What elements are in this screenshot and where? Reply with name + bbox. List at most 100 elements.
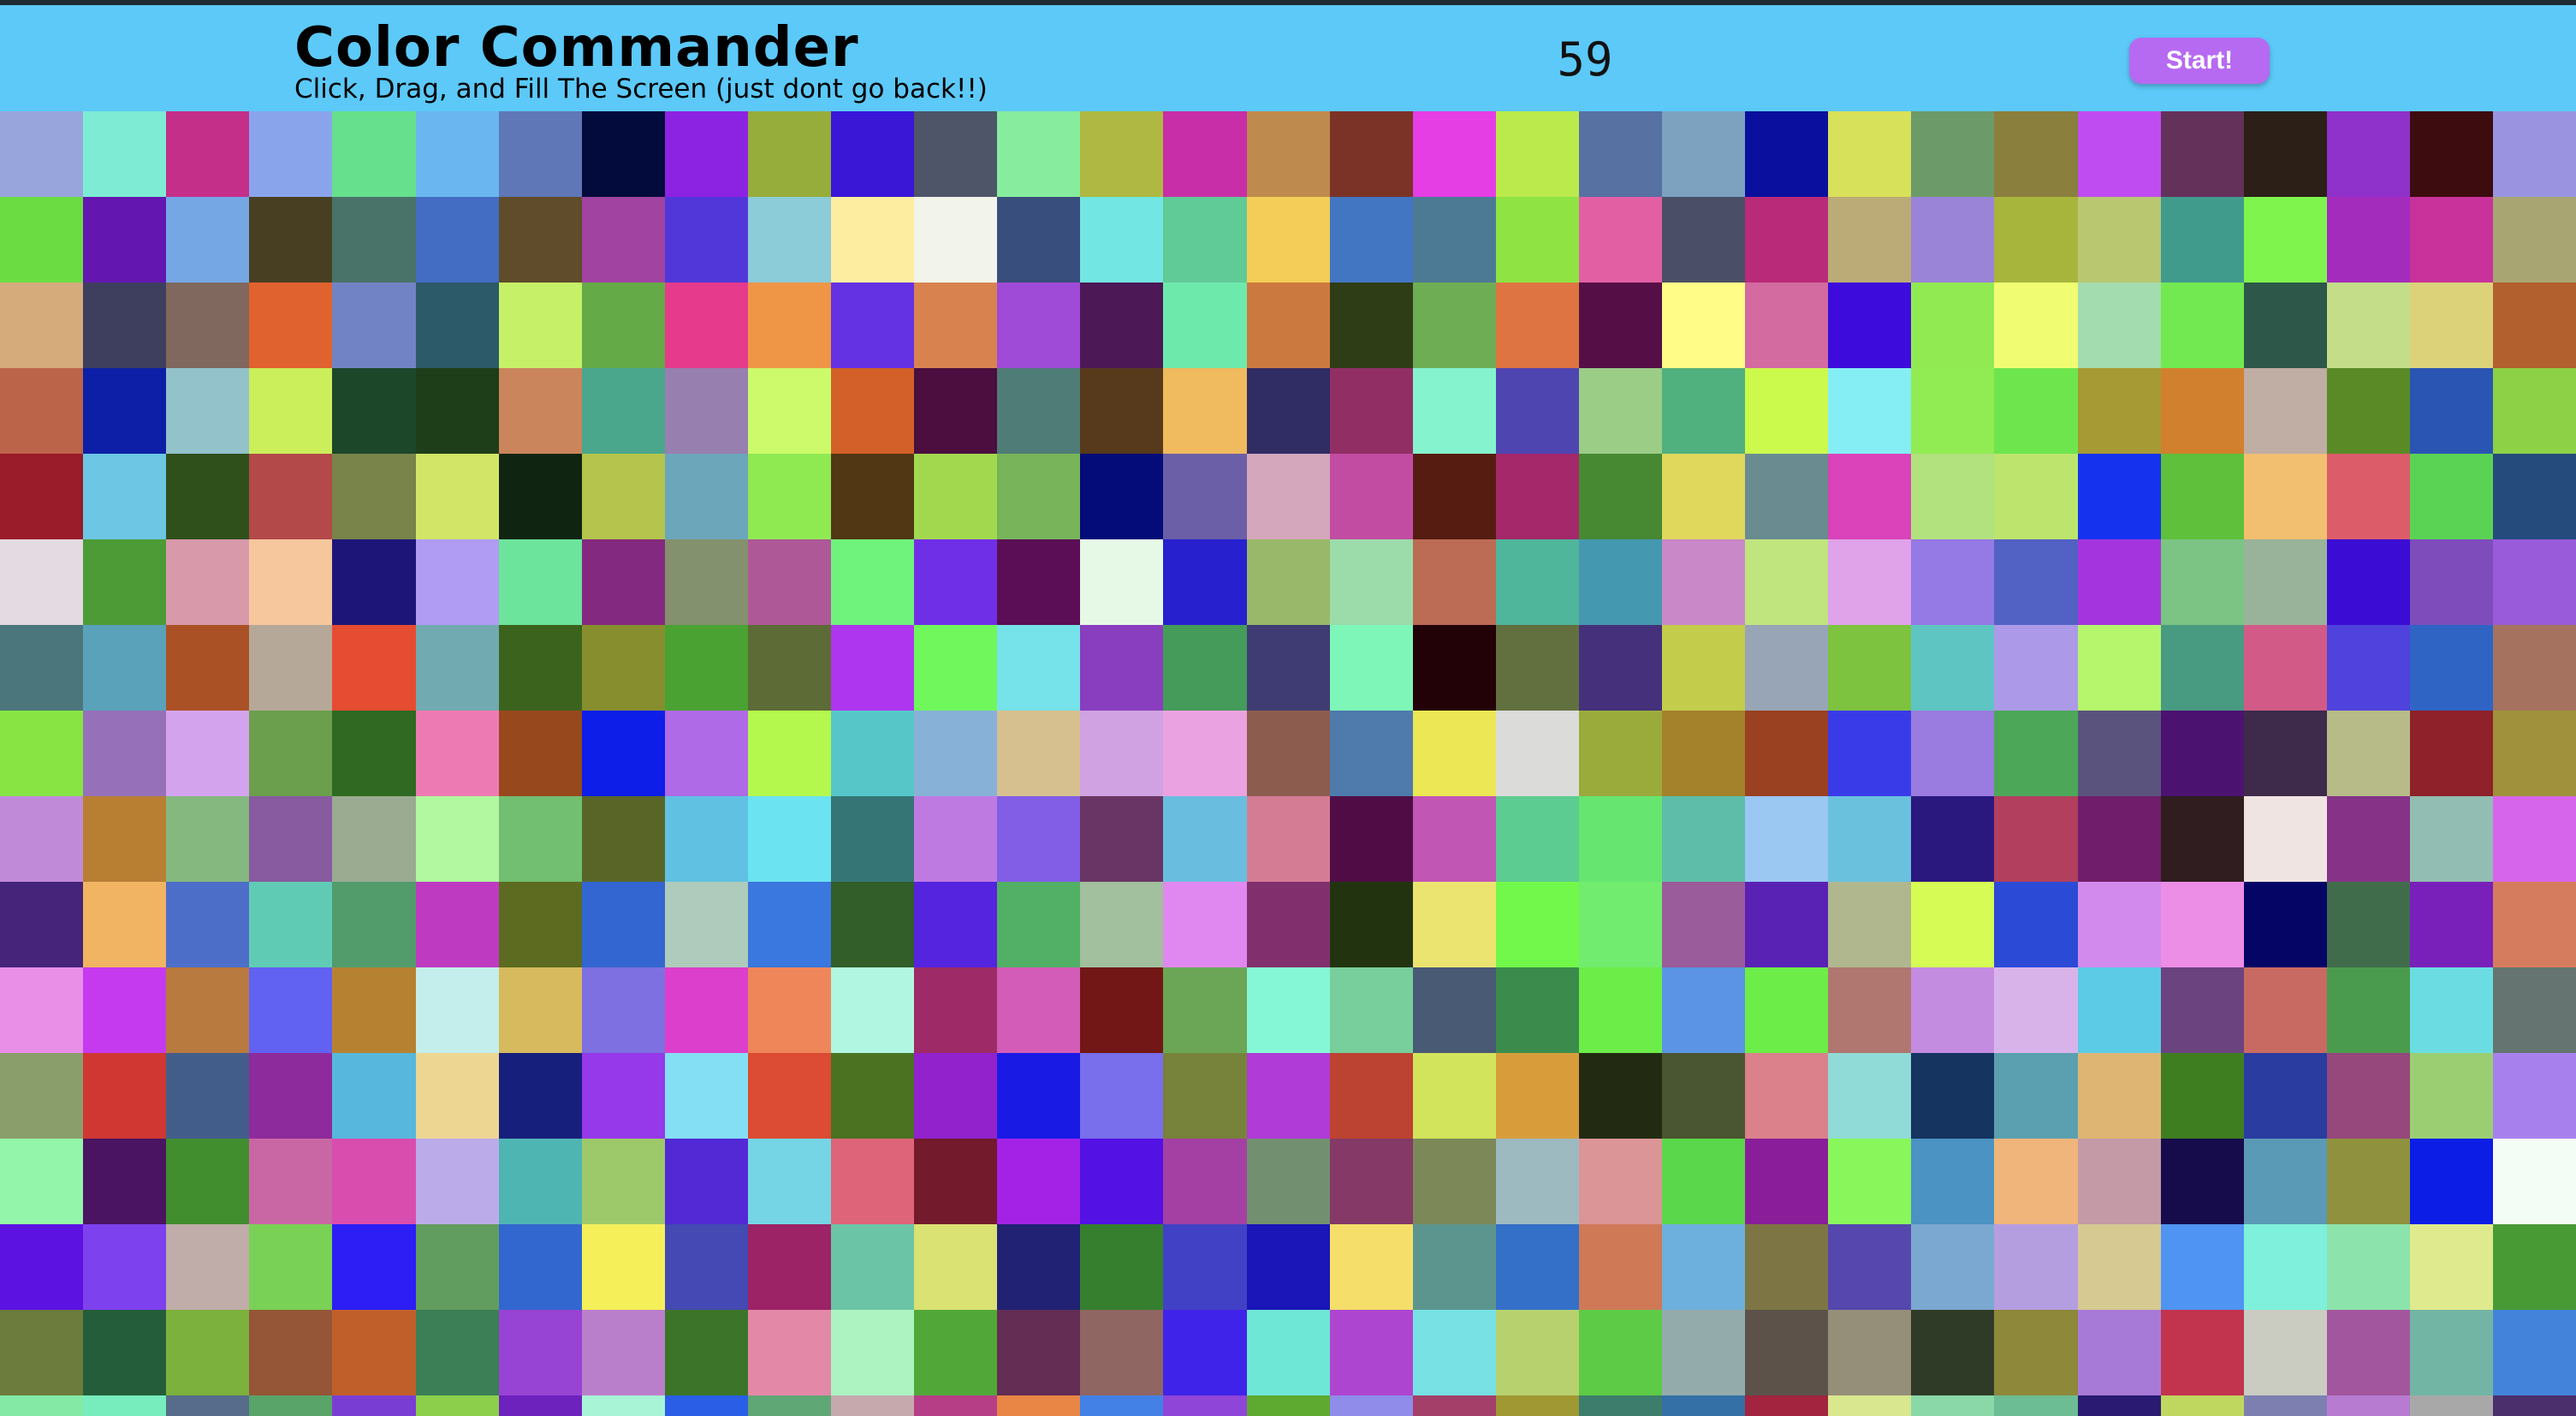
color-tile[interactable] xyxy=(1496,1139,1579,1224)
color-tile[interactable] xyxy=(1247,882,1330,967)
color-tile[interactable] xyxy=(1662,711,1745,796)
color-tile[interactable] xyxy=(249,111,332,197)
color-tile[interactable] xyxy=(0,967,83,1053)
color-tile[interactable] xyxy=(166,711,249,796)
color-tile[interactable] xyxy=(499,882,582,967)
color-tile[interactable] xyxy=(1163,711,1247,796)
color-tile[interactable] xyxy=(1994,625,2078,711)
color-tile[interactable] xyxy=(831,625,914,711)
color-tile[interactable] xyxy=(1994,368,2078,454)
color-tile[interactable] xyxy=(332,796,416,882)
color-tile[interactable] xyxy=(1247,796,1330,882)
color-tile[interactable] xyxy=(1247,539,1330,625)
color-tile[interactable] xyxy=(499,967,582,1053)
color-tile[interactable] xyxy=(1413,796,1496,882)
color-tile[interactable] xyxy=(1247,283,1330,368)
color-tile[interactable] xyxy=(1496,368,1579,454)
color-tile[interactable] xyxy=(1994,711,2078,796)
color-tile[interactable] xyxy=(2493,368,2576,454)
color-tile[interactable] xyxy=(1413,1224,1496,1310)
color-tile[interactable] xyxy=(997,1224,1080,1310)
color-tile[interactable] xyxy=(332,1139,416,1224)
color-tile[interactable] xyxy=(2161,539,2244,625)
color-tile[interactable] xyxy=(1163,283,1247,368)
color-tile[interactable] xyxy=(1496,539,1579,625)
color-tile[interactable] xyxy=(332,1224,416,1310)
color-tile[interactable] xyxy=(1413,283,1496,368)
color-tile[interactable] xyxy=(2161,711,2244,796)
color-tile[interactable] xyxy=(249,711,332,796)
color-tile[interactable] xyxy=(1330,882,1413,967)
color-tile[interactable] xyxy=(1413,1053,1496,1139)
color-tile[interactable] xyxy=(1745,539,1828,625)
color-tile[interactable] xyxy=(1247,711,1330,796)
color-tile[interactable] xyxy=(249,1139,332,1224)
color-tile[interactable] xyxy=(1247,197,1330,283)
color-tile[interactable] xyxy=(83,711,166,796)
color-tile[interactable] xyxy=(83,1395,166,1416)
color-tile[interactable] xyxy=(332,197,416,283)
color-tile[interactable] xyxy=(1745,1395,1828,1416)
color-tile[interactable] xyxy=(2244,1139,2327,1224)
color-tile[interactable] xyxy=(1662,111,1745,197)
color-tile[interactable] xyxy=(1330,625,1413,711)
color-tile[interactable] xyxy=(416,283,499,368)
color-tile[interactable] xyxy=(1496,711,1579,796)
color-tile[interactable] xyxy=(582,539,665,625)
color-tile[interactable] xyxy=(997,283,1080,368)
color-tile[interactable] xyxy=(416,796,499,882)
color-tile[interactable] xyxy=(2078,711,2161,796)
color-tile[interactable] xyxy=(1911,967,1994,1053)
color-tile[interactable] xyxy=(499,1224,582,1310)
color-tile[interactable] xyxy=(83,882,166,967)
color-tile[interactable] xyxy=(914,1224,997,1310)
color-tile[interactable] xyxy=(1247,111,1330,197)
color-tile[interactable] xyxy=(1330,1395,1413,1416)
color-tile[interactable] xyxy=(1994,967,2078,1053)
color-tile[interactable] xyxy=(1662,368,1745,454)
color-tile[interactable] xyxy=(249,197,332,283)
color-tile[interactable] xyxy=(2493,1395,2576,1416)
color-tile[interactable] xyxy=(831,1139,914,1224)
color-tile[interactable] xyxy=(914,711,997,796)
color-tile[interactable] xyxy=(166,454,249,539)
color-tile[interactable] xyxy=(1080,711,1163,796)
color-tile[interactable] xyxy=(0,454,83,539)
color-tile[interactable] xyxy=(249,1310,332,1395)
color-tile[interactable] xyxy=(2327,283,2410,368)
color-tile[interactable] xyxy=(416,197,499,283)
color-tile[interactable] xyxy=(332,711,416,796)
color-tile[interactable] xyxy=(1911,197,1994,283)
color-tile[interactable] xyxy=(2244,625,2327,711)
color-tile[interactable] xyxy=(1911,711,1994,796)
color-tile[interactable] xyxy=(1579,454,1662,539)
color-tile[interactable] xyxy=(748,711,831,796)
color-tile[interactable] xyxy=(1662,625,1745,711)
color-tile[interactable] xyxy=(1662,1139,1745,1224)
color-tile[interactable] xyxy=(1413,111,1496,197)
color-tile[interactable] xyxy=(1163,454,1247,539)
color-tile[interactable] xyxy=(665,283,748,368)
color-tile[interactable] xyxy=(1579,1053,1662,1139)
color-tile[interactable] xyxy=(2161,454,2244,539)
color-tile[interactable] xyxy=(499,796,582,882)
color-tile[interactable] xyxy=(1579,1224,1662,1310)
color-tile[interactable] xyxy=(332,454,416,539)
color-tile[interactable] xyxy=(1994,882,2078,967)
color-tile[interactable] xyxy=(2078,796,2161,882)
color-tile[interactable] xyxy=(1994,197,2078,283)
color-tile[interactable] xyxy=(1828,368,1911,454)
color-tile[interactable] xyxy=(748,1053,831,1139)
color-tile[interactable] xyxy=(2327,1310,2410,1395)
color-tile[interactable] xyxy=(2078,197,2161,283)
color-tile[interactable] xyxy=(914,197,997,283)
color-tile[interactable] xyxy=(1247,454,1330,539)
color-tile[interactable] xyxy=(83,283,166,368)
color-tile[interactable] xyxy=(83,454,166,539)
color-tile[interactable] xyxy=(416,1310,499,1395)
color-tile[interactable] xyxy=(1163,1224,1247,1310)
color-tile[interactable] xyxy=(1579,796,1662,882)
color-tile[interactable] xyxy=(416,882,499,967)
color-tile[interactable] xyxy=(416,454,499,539)
color-tile[interactable] xyxy=(416,1224,499,1310)
